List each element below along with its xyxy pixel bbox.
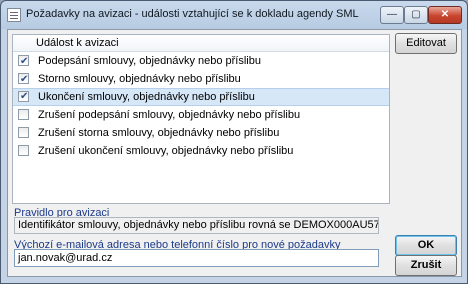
maximize-button[interactable]: ▢ (404, 6, 428, 24)
ok-button[interactable]: OK (395, 235, 457, 256)
list-item[interactable]: Storno smlouvy, objednávky nebo příslibu (13, 70, 389, 89)
event-checkbox[interactable] (18, 145, 29, 156)
rule-field: Identifikátor smlouvy, objednávky nebo p… (14, 217, 379, 234)
list-item[interactable]: Podepsání smlouvy, objednávky nebo přísl… (13, 52, 389, 71)
document-list-icon (7, 8, 21, 22)
cancel-button[interactable]: Zrušit (395, 255, 457, 276)
events-list[interactable]: Událost k avizaci Podepsání smlouvy, obj… (12, 34, 390, 204)
event-checkbox[interactable] (18, 53, 29, 71)
edit-button[interactable]: Editovat (395, 33, 457, 54)
event-label: Zrušení podepsání smlouvy, objednávky ne… (38, 109, 301, 121)
event-label: Zrušení ukončení smlouvy, objednávky neb… (38, 145, 294, 157)
contact-input[interactable]: jan.novak@urad.cz (14, 249, 379, 267)
title-bar[interactable]: Požadavky na avizaci - události vztahují… (1, 1, 467, 29)
event-checkbox[interactable] (18, 109, 29, 120)
event-label: Zrušení storna smlouvy, objednávky nebo … (38, 127, 280, 139)
list-item[interactable]: Zrušení podepsání smlouvy, objednávky ne… (13, 106, 389, 124)
dialog-window: Požadavky na avizaci - události vztahují… (0, 0, 468, 284)
minimize-button[interactable]: — (380, 6, 404, 24)
event-checkbox[interactable] (18, 127, 29, 138)
list-item[interactable]: Zrušení ukončení smlouvy, objednávky neb… (13, 142, 389, 160)
window-title: Požadavky na avizaci - události vztahují… (26, 8, 359, 20)
event-label: Ukončení smlouvy, objednávky nebo přísli… (38, 91, 255, 103)
list-item[interactable]: Ukončení smlouvy, objednávky nebo přísli… (13, 88, 389, 106)
list-item[interactable]: Zrušení storna smlouvy, objednávky nebo … (13, 124, 389, 142)
event-label: Storno smlouvy, objednávky nebo příslibu (38, 73, 241, 85)
column-header-event[interactable]: Událost k avizaci (13, 35, 389, 52)
event-label: Podepsání smlouvy, objednávky nebo přísl… (38, 55, 261, 67)
event-checkbox[interactable] (18, 71, 29, 89)
dialog-body: Událost k avizaci Podepsání smlouvy, obj… (7, 29, 462, 277)
event-checkbox[interactable] (18, 89, 29, 105)
close-button[interactable]: ✕ (428, 6, 462, 24)
